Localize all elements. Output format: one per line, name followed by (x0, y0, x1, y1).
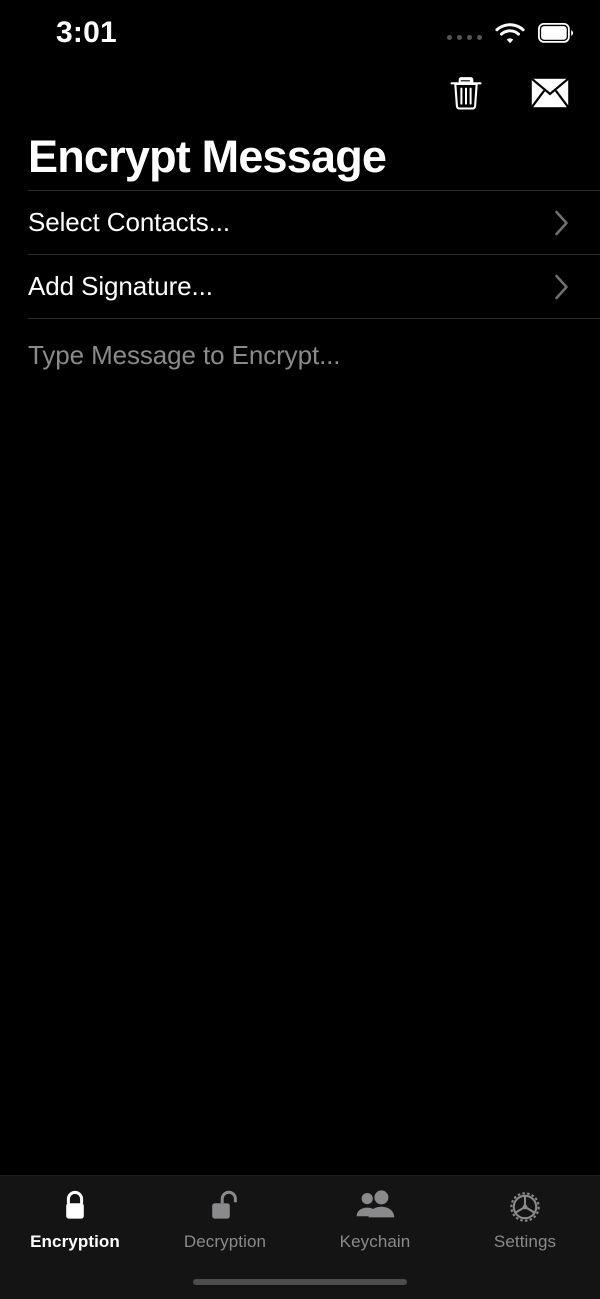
status-bar: 3:01 (0, 0, 600, 62)
tab-settings-label: Settings (493, 1232, 557, 1251)
status-bar-time: 3:01 (56, 16, 117, 49)
form-content: Select Contacts... Add Signature... Type… (0, 190, 600, 1175)
trash-icon (450, 77, 482, 110)
trash-button[interactable] (446, 73, 486, 113)
chevron-right-icon (555, 210, 568, 235)
tab-encryption[interactable]: Encryption (0, 1176, 150, 1299)
status-bar-indicators (447, 20, 574, 46)
chevron-right-icon (555, 274, 568, 299)
tab-decryption-label: Decryption (183, 1232, 267, 1251)
message-editor[interactable]: Type Message to Encrypt... (28, 318, 600, 1175)
mail-button[interactable] (530, 73, 570, 113)
app-screen: 3:01 Encrypt Message Select Contacts... … (0, 0, 600, 1299)
select-contacts-row[interactable]: Select Contacts... (28, 190, 600, 254)
people-icon (354, 1188, 396, 1226)
tab-settings[interactable]: Settings (450, 1176, 600, 1299)
wifi-icon (495, 23, 525, 44)
select-contacts-label: Select Contacts... (28, 207, 230, 237)
tab-encryption-label: Encryption (30, 1232, 120, 1251)
tab-bar: Encryption Decryption Keychain Settings (0, 1175, 600, 1299)
navigation-action-bar (0, 62, 600, 124)
gear-icon (506, 1188, 544, 1226)
add-signature-label: Add Signature... (28, 271, 213, 301)
signal-dots-icon (447, 16, 482, 51)
envelope-icon (531, 78, 569, 108)
add-signature-row[interactable]: Add Signature... (28, 254, 600, 318)
battery-full-icon (538, 23, 574, 43)
tab-keychain-label: Keychain (339, 1232, 411, 1251)
message-editor-placeholder: Type Message to Encrypt... (28, 340, 341, 370)
lock-open-icon (206, 1188, 244, 1226)
page-title-text: Encrypt Message (28, 131, 387, 182)
page-title: Encrypt Message (0, 124, 600, 190)
home-indicator[interactable] (193, 1279, 407, 1285)
lock-closed-icon (58, 1188, 92, 1226)
